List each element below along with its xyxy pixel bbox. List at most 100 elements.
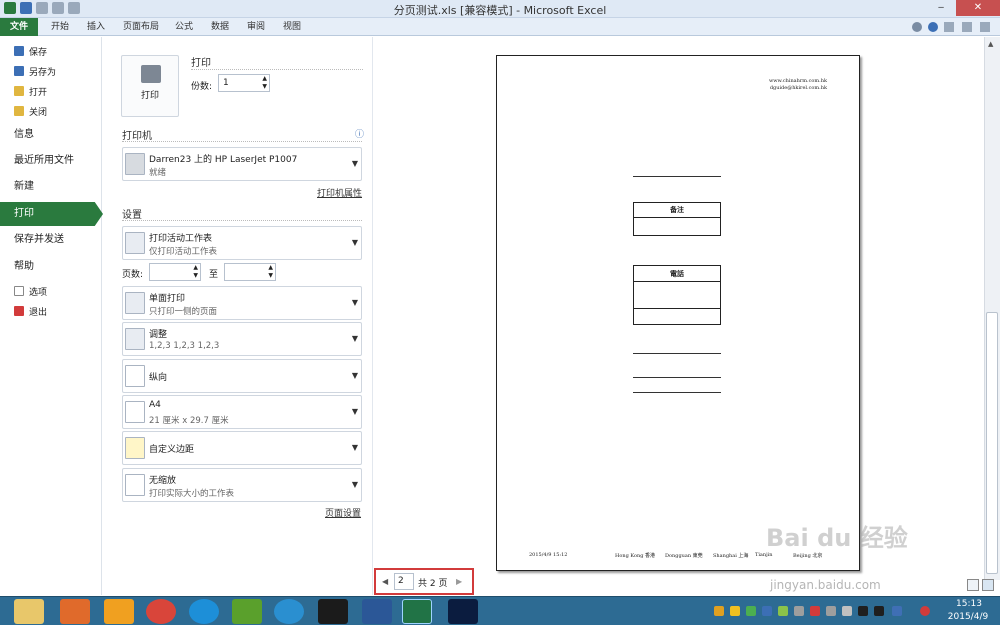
print-button[interactable]: 打印 bbox=[121, 55, 179, 117]
scaling-dropdown[interactable]: 无缩放 打印实际大小的工作表 ▼ bbox=[122, 468, 362, 502]
tray-icon[interactable] bbox=[810, 606, 820, 616]
sides-dropdown[interactable]: 单面打印 只打印一侧的页面 ▼ bbox=[122, 286, 362, 320]
nav-save[interactable]: 保存 bbox=[14, 43, 47, 59]
file-explorer-icon[interactable] bbox=[14, 599, 44, 624]
collated-icon bbox=[125, 328, 145, 350]
nav-recent[interactable]: 最近所用文件 bbox=[14, 151, 74, 171]
chevron-down-icon: ▼ bbox=[351, 334, 358, 343]
qq-icon[interactable] bbox=[874, 606, 884, 616]
clock-time[interactable]: 15:13 bbox=[944, 599, 994, 609]
footer-hongkong: Hong Kong 香港 bbox=[615, 553, 656, 559]
footer-dongguan: Dongguan 東莞 bbox=[665, 553, 703, 559]
excel-icon[interactable] bbox=[402, 599, 432, 624]
nav-options[interactable]: 选项 bbox=[14, 283, 47, 299]
spin-up-icon[interactable]: ▲ bbox=[268, 264, 273, 271]
scroll-up-icon[interactable]: ▲ bbox=[988, 40, 993, 48]
printer-properties-link[interactable]: 打印机属性 bbox=[317, 186, 362, 199]
word-icon[interactable] bbox=[362, 599, 392, 624]
tab-home[interactable]: 开始 bbox=[44, 18, 76, 36]
chevron-down-icon: ▼ bbox=[351, 480, 358, 489]
tab-file[interactable]: 文件 bbox=[0, 18, 38, 36]
scrollbar-thumb[interactable] bbox=[986, 312, 998, 574]
prev-page-icon[interactable]: ◀ bbox=[382, 577, 388, 586]
spin-up-icon[interactable]: ▲ bbox=[193, 264, 198, 271]
footer-beijing: Beijing 北京 bbox=[793, 553, 823, 559]
pages-from-input[interactable]: ▲ ▼ bbox=[149, 263, 201, 281]
volume-icon[interactable] bbox=[842, 606, 852, 616]
ie-icon[interactable] bbox=[189, 599, 219, 624]
nav-open[interactable]: 打开 bbox=[14, 83, 47, 99]
app-icon[interactable] bbox=[60, 599, 90, 624]
nav-save-send[interactable]: 保存并发送 bbox=[14, 230, 64, 250]
tray-icon[interactable] bbox=[730, 606, 740, 616]
footer-shanghai: Shanghai 上海 bbox=[713, 553, 749, 559]
show-margins-icon[interactable] bbox=[967, 579, 979, 591]
minimize-ribbon-icon[interactable] bbox=[912, 22, 922, 32]
total-pages-label: 共 2 页 bbox=[418, 579, 448, 589]
wechat-icon[interactable] bbox=[232, 599, 262, 624]
notes-header: 备注 bbox=[634, 203, 720, 218]
tab-insert[interactable]: 插入 bbox=[80, 18, 112, 36]
photoshop-icon[interactable] bbox=[448, 599, 478, 624]
tab-review[interactable]: 审阅 bbox=[240, 18, 272, 36]
underline bbox=[633, 176, 721, 177]
doc-restore-icon[interactable] bbox=[962, 22, 972, 32]
printer-dropdown[interactable]: Darren23 上的 HP LaserJet P1007 就绪 ▼ bbox=[122, 147, 362, 181]
keyboard-icon[interactable] bbox=[892, 606, 902, 616]
spin-down-icon[interactable]: ▼ bbox=[268, 272, 273, 279]
save-as-icon bbox=[14, 66, 24, 76]
notes-table: 备注 bbox=[633, 202, 721, 236]
nav-exit[interactable]: 退出 bbox=[14, 303, 47, 319]
close-button[interactable]: ✕ bbox=[956, 0, 1000, 16]
qq-icon[interactable] bbox=[858, 606, 868, 616]
margins-dropdown[interactable]: 自定义边距 ▼ bbox=[122, 431, 362, 465]
spin-down-icon[interactable]: ▼ bbox=[193, 272, 198, 279]
tab-view[interactable]: 视图 bbox=[276, 18, 308, 36]
browser-icon[interactable] bbox=[274, 599, 304, 624]
tray-icon[interactable] bbox=[714, 606, 724, 616]
nav-close[interactable]: 关闭 bbox=[14, 103, 47, 119]
tray-icon[interactable] bbox=[762, 606, 772, 616]
save-icon bbox=[14, 46, 24, 56]
zoom-to-page-icon[interactable] bbox=[982, 579, 994, 591]
print-what-dropdown[interactable]: 打印活动工作表 仅打印活动工作表 ▼ bbox=[122, 226, 362, 260]
underline bbox=[633, 392, 721, 393]
divider bbox=[122, 141, 362, 142]
chrome-icon[interactable] bbox=[146, 599, 176, 624]
outlook-icon[interactable] bbox=[104, 599, 134, 624]
tab-page-layout[interactable]: 页面布局 bbox=[116, 18, 166, 36]
pages-label: 页数: bbox=[122, 270, 144, 280]
nav-print[interactable]: 打印 bbox=[0, 202, 103, 226]
tab-data[interactable]: 数据 bbox=[204, 18, 236, 36]
clock-date[interactable]: 2015/4/9 bbox=[940, 612, 996, 622]
tab-formulas[interactable]: 公式 bbox=[168, 18, 200, 36]
next-page-icon[interactable]: ▶ bbox=[456, 577, 462, 586]
nav-info[interactable]: 信息 bbox=[14, 125, 34, 145]
tray-icon[interactable] bbox=[778, 606, 788, 616]
tray-icon[interactable] bbox=[746, 606, 756, 616]
current-page-input[interactable]: 2 bbox=[394, 573, 414, 590]
table-row-divider bbox=[634, 308, 720, 309]
orientation-dropdown[interactable]: 纵向 ▼ bbox=[122, 359, 362, 393]
spin-down-icon[interactable]: ▼ bbox=[262, 83, 267, 90]
doc-close-icon[interactable] bbox=[980, 22, 990, 32]
copies-input[interactable]: 1 ▲ ▼ bbox=[218, 74, 270, 92]
doc-minimize-icon[interactable] bbox=[944, 22, 954, 32]
help-icon[interactable] bbox=[928, 22, 938, 32]
media-player-icon[interactable] bbox=[318, 599, 348, 624]
tray-icon[interactable] bbox=[794, 606, 804, 616]
nav-new[interactable]: 新建 bbox=[14, 177, 34, 197]
spin-up-icon[interactable]: ▲ bbox=[262, 75, 267, 82]
input-method-icon[interactable] bbox=[920, 606, 930, 616]
no-scaling-icon bbox=[125, 474, 145, 496]
page-setup-link[interactable]: 页面设置 bbox=[325, 506, 361, 519]
info-icon[interactable]: ⓘ bbox=[355, 127, 364, 140]
chevron-down-icon: ▼ bbox=[351, 298, 358, 307]
paper-size-dropdown[interactable]: A4 21 厘米 x 29.7 厘米 ▼ bbox=[122, 395, 362, 429]
nav-help[interactable]: 帮助 bbox=[14, 257, 34, 277]
network-icon[interactable] bbox=[826, 606, 836, 616]
minimize-button[interactable]: ‒ bbox=[928, 0, 954, 16]
collate-dropdown[interactable]: 调整 1,2,3 1,2,3 1,2,3 ▼ bbox=[122, 322, 362, 356]
pages-to-input[interactable]: ▲ ▼ bbox=[224, 263, 276, 281]
nav-save-as[interactable]: 另存为 bbox=[14, 63, 56, 79]
